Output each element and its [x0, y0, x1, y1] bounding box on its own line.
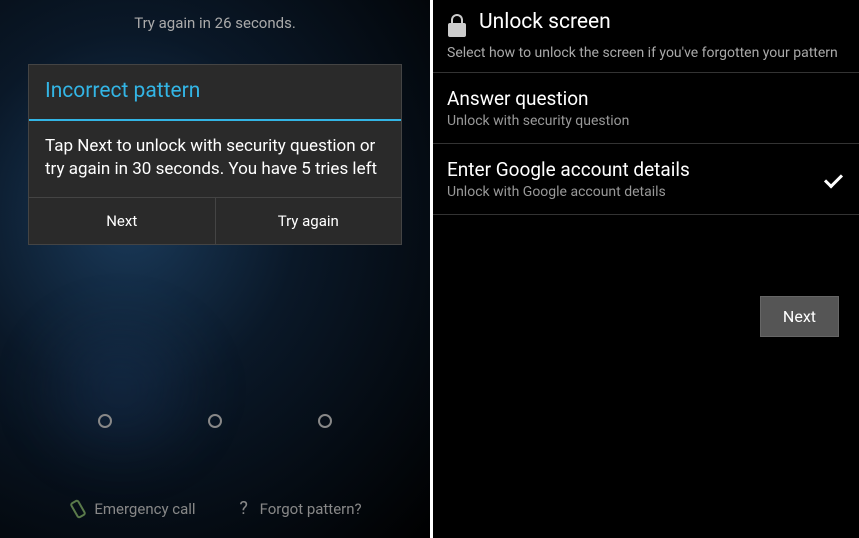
option-text: Answer question Unlock with security que… — [447, 87, 845, 129]
bottom-bar: Emergency call ? Forgot pattern? — [0, 500, 430, 518]
option-google-account[interactable]: Enter Google account details Unlock with… — [433, 143, 859, 215]
pattern-grid-row — [0, 414, 430, 428]
incorrect-pattern-dialog: Incorrect pattern Tap Next to unlock wit… — [28, 64, 402, 245]
option-title: Enter Google account details — [447, 158, 821, 181]
question-mark-icon: ? — [236, 501, 252, 517]
try-again-button[interactable]: Try again — [216, 198, 402, 244]
emergency-call-label: Emergency call — [94, 500, 195, 518]
lock-screen-left: Try again in 26 seconds. Incorrect patte… — [0, 0, 430, 538]
retry-message: Try again in 26 seconds. — [0, 0, 430, 32]
option-text: Enter Google account details Unlock with… — [447, 158, 821, 200]
next-button[interactable]: Next — [29, 198, 216, 244]
forgot-pattern-button[interactable]: ? Forgot pattern? — [236, 500, 362, 518]
dialog-title: Incorrect pattern — [29, 65, 401, 121]
unlock-screen-right: Unlock screen Select how to unlock the s… — [433, 0, 859, 538]
option-subtitle: Unlock with Google account details — [447, 184, 821, 200]
pattern-dot[interactable] — [208, 414, 222, 428]
forgot-pattern-label: Forgot pattern? — [260, 500, 362, 518]
option-title: Answer question — [447, 87, 845, 110]
dialog-body: Tap Next to unlock with security questio… — [29, 121, 401, 197]
page-title: Unlock screen — [479, 10, 611, 34]
pattern-dot[interactable] — [318, 414, 332, 428]
option-answer-question[interactable]: Answer question Unlock with security que… — [433, 72, 859, 143]
page-subtitle: Select how to unlock the screen if you'v… — [433, 44, 859, 72]
emergency-call-button[interactable]: Emergency call — [68, 500, 195, 518]
dialog-button-row: Next Try again — [29, 197, 401, 244]
option-subtitle: Unlock with security question — [447, 113, 845, 129]
pattern-dot[interactable] — [98, 414, 112, 428]
header: Unlock screen — [433, 0, 859, 44]
checkmark-icon — [821, 167, 845, 191]
phone-icon — [68, 500, 86, 518]
next-button[interactable]: Next — [760, 296, 839, 337]
lock-icon — [447, 14, 467, 38]
